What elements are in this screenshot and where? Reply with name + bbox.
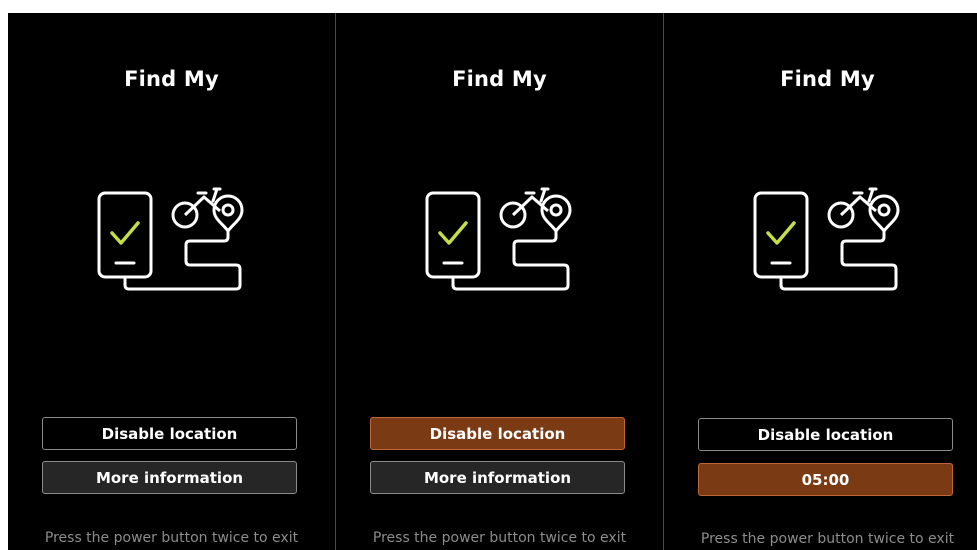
exit-hint: Press the power button twice to exit xyxy=(700,531,955,547)
screen-triptych: Find My Disable location More informatio… xyxy=(8,13,977,550)
panel-find-my-default: Find My Disable location More informatio… xyxy=(8,13,335,550)
phone-bike-icon xyxy=(753,187,900,291)
find-my-illustration xyxy=(750,185,900,297)
disable-location-button[interactable]: Disable location xyxy=(698,418,953,451)
find-my-illustration xyxy=(422,185,572,297)
countdown-timer-button[interactable]: 05:00 xyxy=(698,463,953,496)
page-title: Find My xyxy=(124,67,219,91)
more-information-button[interactable]: More information xyxy=(370,461,625,494)
exit-hint: Press the power button twice to exit xyxy=(44,530,299,546)
disable-location-button[interactable]: Disable location xyxy=(42,417,297,450)
page-title: Find My xyxy=(780,67,875,91)
more-information-button[interactable]: More information xyxy=(42,461,297,494)
disable-location-button[interactable]: Disable location xyxy=(370,417,625,450)
panel-find-my-disable-focused: Find My Disable location More informatio… xyxy=(336,13,663,550)
page-title: Find My xyxy=(452,67,547,91)
phone-bike-icon xyxy=(425,187,572,291)
phone-bike-icon xyxy=(97,187,244,291)
exit-hint: Press the power button twice to exit xyxy=(372,530,627,546)
find-my-illustration xyxy=(94,185,244,297)
panel-find-my-countdown: Find My Disable location 05:00 Press the… xyxy=(664,13,977,550)
